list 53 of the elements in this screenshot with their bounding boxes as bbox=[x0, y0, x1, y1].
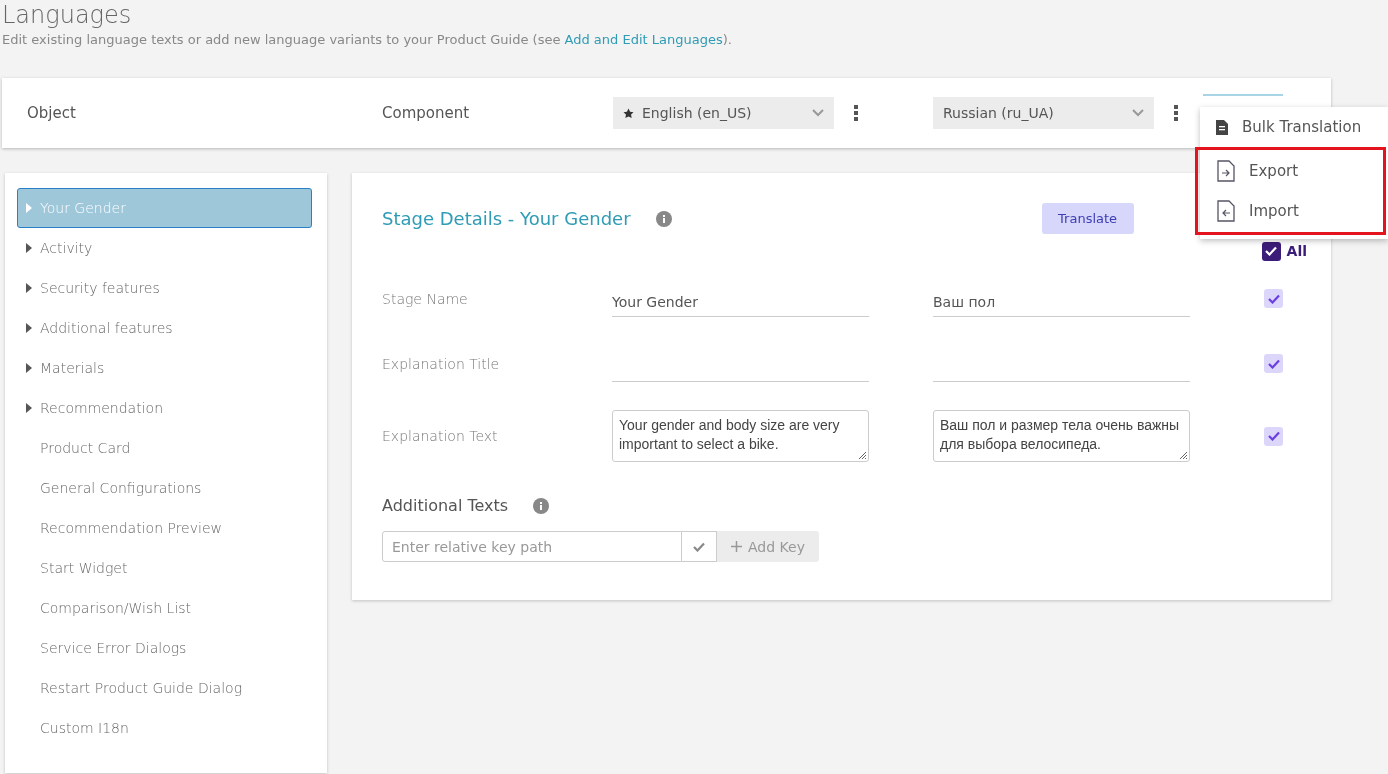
sidebar-item[interactable]: General Configurations bbox=[17, 468, 312, 508]
info-icon[interactable] bbox=[655, 210, 672, 227]
checkbox[interactable] bbox=[1264, 289, 1283, 309]
input-field[interactable]: Ваш пол bbox=[933, 280, 1190, 317]
sidebar-item[interactable]: Comparison/Wish List bbox=[17, 588, 312, 628]
checkbox[interactable] bbox=[1264, 354, 1283, 374]
input-field[interactable]: Your Gender bbox=[612, 280, 869, 317]
sidebar-item[interactable]: Activity bbox=[17, 228, 312, 268]
checkbox[interactable] bbox=[1261, 241, 1281, 261]
info-icon[interactable] bbox=[533, 497, 550, 514]
field-label: Explanation Text bbox=[382, 428, 499, 444]
key-path-field[interactable]: Enter relative key path bbox=[382, 531, 682, 562]
menu-item[interactable]: Export bbox=[1198, 151, 1383, 191]
dropdown-button[interactable] bbox=[682, 531, 717, 562]
check-icon bbox=[1267, 293, 1280, 304]
column-heading: Component bbox=[382, 104, 471, 122]
checkbox[interactable] bbox=[1264, 426, 1283, 446]
resize-grip-icon[interactable] bbox=[858, 451, 867, 460]
sidebar-item[interactable]: Recommendation bbox=[17, 388, 312, 428]
section-title: Stage Details - Your Gender bbox=[382, 208, 631, 229]
file-import-icon bbox=[1217, 200, 1235, 222]
translate-button[interactable]: Translate bbox=[1041, 203, 1134, 234]
page-description: Edit existing language texts or add new language variants to your Product Guide (see Add and Edit Languages). bbox=[2, 32, 733, 47]
language-select[interactable]: Russian (ru_UA) bbox=[933, 97, 1154, 129]
more-icon[interactable] bbox=[1174, 105, 1178, 121]
sidebar-item[interactable]: Service Error Dialogs bbox=[17, 628, 312, 668]
sidebar-item[interactable]: Additional features bbox=[17, 308, 312, 348]
sidebar-item[interactable]: Start Widget bbox=[17, 548, 312, 588]
menu-item[interactable]: Import bbox=[1198, 191, 1383, 231]
plus-icon bbox=[731, 541, 742, 552]
sidebar-item[interactable]: Restart Product Guide Dialog bbox=[17, 668, 312, 708]
sidebar-item[interactable]: Security features bbox=[17, 268, 312, 308]
text-area[interactable]: Ваш пол и размер тела очень важны для выбора велосипеда. bbox=[933, 410, 1190, 462]
column-heading: Object bbox=[27, 104, 77, 122]
check-icon bbox=[1265, 246, 1278, 256]
language-select[interactable]: English (en_US) bbox=[613, 97, 834, 129]
page-title: Languages bbox=[2, 0, 133, 30]
document-icon bbox=[1216, 119, 1228, 135]
checkbox-label: All bbox=[1286, 243, 1307, 259]
menu-item[interactable]: Bulk Translation bbox=[1200, 107, 1388, 147]
sidebar-item[interactable]: Materials bbox=[17, 348, 312, 388]
check-icon bbox=[1267, 358, 1280, 369]
text-area[interactable]: Your gender and body size are very important to select a bike. bbox=[612, 410, 869, 462]
file-export-icon bbox=[1217, 160, 1235, 182]
field-label: Stage Name bbox=[382, 290, 469, 307]
check-icon bbox=[1267, 431, 1280, 442]
resize-grip-icon[interactable] bbox=[1179, 451, 1188, 460]
sidebar-item[interactable]: Custom I18n bbox=[17, 708, 312, 748]
field-label: Explanation Title bbox=[382, 355, 501, 372]
sidebar-item[interactable]: Product Card bbox=[17, 428, 312, 468]
more-icon[interactable] bbox=[854, 105, 858, 121]
sidebar-item[interactable]: Recommendation Preview bbox=[17, 508, 312, 548]
section-subtitle: Additional Texts bbox=[382, 496, 509, 515]
